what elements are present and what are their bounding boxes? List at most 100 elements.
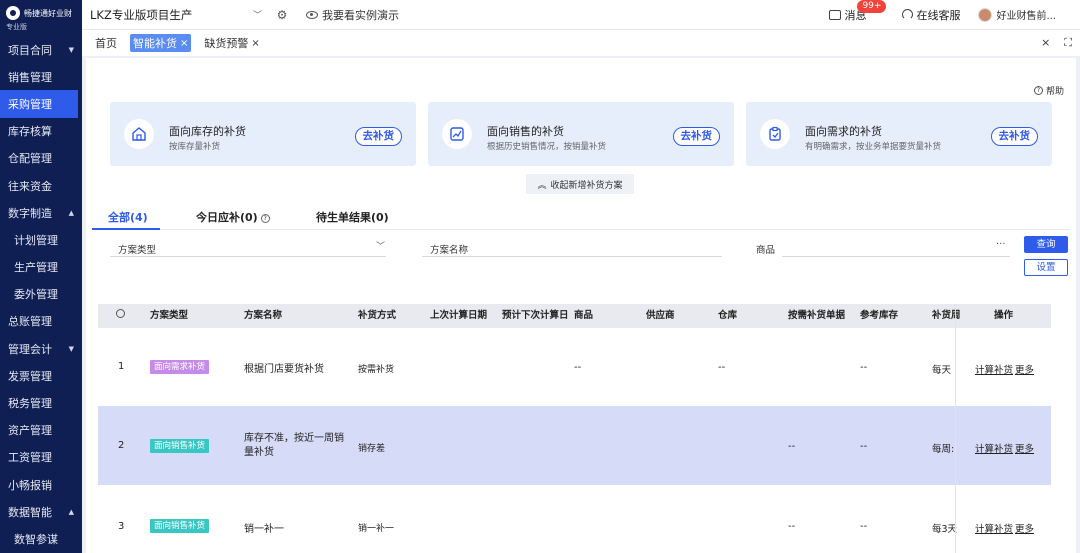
- sidebar-item[interactable]: 总账管理: [0, 308, 82, 335]
- column-header: 上次计算日期: [430, 304, 496, 328]
- column-header: 操作: [994, 310, 1014, 321]
- more-link[interactable]: 更多: [1015, 521, 1034, 535]
- sidebar-item-label: 数据智能: [8, 505, 52, 519]
- go-replenish-button[interactable]: 去补货: [354, 127, 402, 146]
- calculate-replenish-link[interactable]: 计算补货: [975, 521, 1013, 535]
- more-icon[interactable]: ···: [996, 239, 1006, 250]
- headset-icon: [902, 9, 914, 20]
- more-link[interactable]: 更多: [1015, 362, 1034, 376]
- replenish-cycle: 每周:: [932, 444, 955, 455]
- tab-today[interactable]: 今日应补(0)?: [196, 209, 270, 225]
- sidebar-item-label: 生产管理: [14, 261, 58, 275]
- sidebar-item-label: 管理会计: [8, 342, 52, 356]
- table-row[interactable]: 3 面向销售补货 销一补一 销一补一 -- -- 每3天 计算补货 更多: [98, 485, 1051, 553]
- settings-button[interactable]: 设置: [1024, 259, 1068, 276]
- close-all-tabs-icon[interactable]: ×: [1041, 36, 1050, 50]
- sidebar-item[interactable]: 委外管理: [0, 281, 82, 308]
- plan-type-tag: 面向需求补货: [150, 360, 210, 374]
- go-replenish-button[interactable]: 去补货: [672, 127, 720, 146]
- sidebar-item[interactable]: 库存核算: [0, 118, 82, 145]
- filter-plan-type-select[interactable]: [110, 256, 386, 257]
- sidebar-item[interactable]: 生产管理: [0, 254, 82, 281]
- sidebar-item[interactable]: 仓配管理: [0, 145, 82, 172]
- sidebar-item[interactable]: 资产管理: [0, 417, 82, 444]
- reference-stock: --: [860, 521, 868, 532]
- sidebar-item[interactable]: 小畅报销: [0, 471, 82, 498]
- sidebar-item[interactable]: 销售管理: [0, 63, 82, 90]
- replenish-cycle: 每3天: [932, 524, 958, 535]
- column-header: 方案类型: [150, 304, 188, 328]
- query-button[interactable]: 查询: [1024, 236, 1068, 253]
- go-replenish-button[interactable]: 去补货: [990, 127, 1038, 146]
- replenish-cycle: 每天: [932, 365, 952, 376]
- messages-button[interactable]: 消息 99+: [829, 0, 887, 23]
- main-panel: ? 帮助 面向库存的补货 按库存量补货 去补货 面向销售的补货 根据历史销售情况…: [86, 58, 1076, 553]
- question-icon[interactable]: ?: [260, 214, 270, 223]
- demo-link[interactable]: 我要看实例演示: [306, 7, 399, 23]
- sidebar-item[interactable]: 管理会计 ▼: [0, 335, 82, 362]
- calculate-replenish-link[interactable]: 计算补货: [975, 362, 1013, 376]
- row-index: 2: [118, 440, 125, 451]
- sidebar-item[interactable]: 采购管理: [0, 90, 78, 118]
- sidebar-item-label: 项目合同: [8, 43, 52, 57]
- sidebar-item[interactable]: 计划管理: [0, 226, 82, 253]
- chevron-up-icon: ︽: [537, 180, 547, 191]
- user-name: 好业财售前...: [996, 11, 1056, 22]
- sidebar-item[interactable]: 数智参谋: [0, 525, 82, 552]
- sidebar-item-label: 资产管理: [8, 424, 52, 438]
- close-icon[interactable]: ×: [180, 38, 188, 49]
- row-index: 1: [118, 361, 125, 372]
- column-header: 预计下次计算日: [502, 304, 568, 328]
- more-link[interactable]: 更多: [1015, 441, 1034, 455]
- filter-product-label: 商品: [756, 245, 776, 256]
- gear-icon[interactable]: ⚙: [272, 8, 292, 22]
- plan-type-tag: 面向销售补货: [150, 439, 210, 453]
- table-row[interactable]: 1 面向需求补货 根据门店要货补货 按需补货 -- -- -- 每天 计算补货 …: [98, 328, 1051, 406]
- replenish-method: 销存差: [358, 444, 386, 454]
- tab-today-label: 今日应补(0): [196, 211, 258, 224]
- user-menu[interactable]: 好业财售前...: [978, 7, 1056, 22]
- tab-home[interactable]: 首页: [92, 34, 120, 52]
- sidebar-item[interactable]: 税务管理: [0, 389, 82, 416]
- card-title: 面向库存的补货: [169, 125, 246, 138]
- tab-smart-replenish[interactable]: 智能补货 ×: [130, 34, 192, 52]
- logo-text: 畅捷通好业财: [24, 8, 72, 18]
- tab-all[interactable]: 全部(4): [108, 209, 148, 225]
- close-icon[interactable]: ×: [251, 38, 259, 49]
- filter-plan-name-input[interactable]: [422, 256, 722, 257]
- column-header: 参考库存: [860, 304, 898, 328]
- sidebar-item[interactable]: 发票管理: [0, 362, 82, 389]
- column-header: 仓库: [718, 304, 737, 328]
- tab-pending[interactable]: 待生单结果(0): [316, 209, 389, 225]
- tab-stockout-warning[interactable]: 缺货预警 ×: [201, 34, 262, 52]
- filter-plan-name-label: 方案名称: [430, 245, 469, 256]
- fullscreen-icon[interactable]: ⛶: [1064, 36, 1072, 50]
- eye-icon: [306, 10, 318, 19]
- online-service-button[interactable]: 在线客服: [902, 7, 960, 23]
- logo: 畅捷通好业财 专业版: [0, 0, 82, 36]
- project-select-value: LKZ专业版项目生产: [90, 7, 193, 22]
- chevron-down-icon[interactable]: ﹀: [376, 239, 385, 252]
- sidebar-item-label: 数智参谋: [14, 532, 58, 546]
- logo-subtitle: 专业版: [6, 23, 27, 31]
- calculate-replenish-link[interactable]: 计算补货: [975, 441, 1013, 455]
- sidebar-item-label: 仓配管理: [8, 152, 52, 166]
- active-tab-underline: [92, 228, 160, 230]
- replenish-method: 按需补货: [358, 365, 395, 375]
- demand-document: --: [788, 441, 796, 452]
- table-row[interactable]: 2 面向销售补货 库存不准，按近一周销量补货 销存差 -- -- 每周: 计算补…: [98, 406, 1051, 485]
- column-settings-gear-icon[interactable]: [116, 304, 125, 328]
- chat-icon: [829, 9, 842, 20]
- clipboard-icon: [760, 119, 790, 149]
- filter-product-input[interactable]: [782, 256, 1010, 257]
- project-select[interactable]: LKZ专业版项目生产 ﹀: [82, 0, 272, 30]
- sidebar-item[interactable]: 工资管理: [0, 444, 82, 471]
- sidebar-item[interactable]: 往来资金: [0, 172, 82, 199]
- sidebar-item[interactable]: 数据智能 ▲: [0, 498, 82, 525]
- sidebar-item[interactable]: 项目合同 ▼: [0, 36, 82, 63]
- sidebar-item-label: 税务管理: [8, 397, 52, 411]
- sidebar-item[interactable]: 数字制造 ▲: [0, 199, 82, 226]
- collapse-plans-button[interactable]: ︽ 收起新增补货方案: [526, 174, 634, 194]
- help-link[interactable]: ? 帮助: [1033, 84, 1064, 97]
- card-sales-replenish: 面向销售的补货 根据历史销售情况，按销量补货 去补货: [428, 102, 734, 166]
